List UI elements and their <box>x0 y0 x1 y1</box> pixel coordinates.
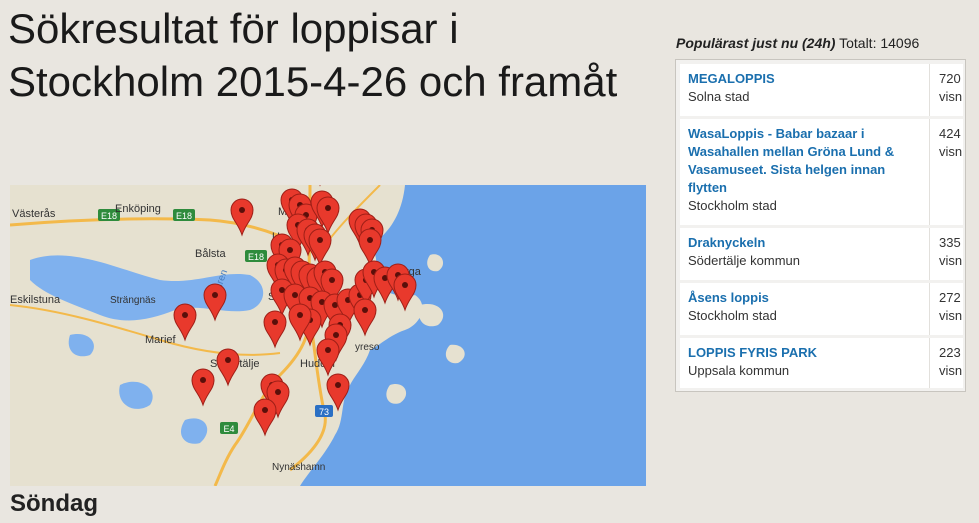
page-title: Sökresultat för loppisar i Stockholm 201… <box>8 5 618 105</box>
popular-item-link[interactable]: Draknyckeln <box>688 234 920 252</box>
svg-text:73: 73 <box>319 407 329 417</box>
popular-item-link[interactable]: Åsens loppis <box>688 289 920 307</box>
label-nynashamn: Nynäshamn <box>272 462 325 473</box>
road-shield-e18-3: E18 <box>245 250 267 262</box>
popular-item-count: 272 <box>939 290 961 305</box>
road-shield-73: 73 <box>315 405 333 417</box>
road-shield-e18-2: E18 <box>173 209 195 221</box>
popular-item-unit: visn <box>939 89 963 104</box>
popular-item: Draknyckeln Södertälje kommun 335 visn <box>680 228 963 280</box>
island-1 <box>418 304 444 327</box>
label-vasteras: Västerås <box>12 208 56 220</box>
label-tyreso: yreso <box>355 342 380 353</box>
popular-item-place: Stockholm stad <box>688 198 777 213</box>
popular-item-link[interactable]: LOPPIS FYRIS PARK <box>688 344 920 362</box>
popular-header: Populärast just nu (24h) Totalt: 14096 <box>676 35 919 51</box>
popular-item-link[interactable]: MEGALOPPIS <box>688 70 920 88</box>
popular-item-count: 720 <box>939 71 961 86</box>
popular-item: MEGALOPPIS Solna stad 720 visn <box>680 64 963 116</box>
svg-text:E18: E18 <box>248 252 264 262</box>
svg-text:E4: E4 <box>223 424 234 434</box>
popular-item-unit: visn <box>939 144 963 159</box>
popular-item: WasaLoppis - Babar bazaar i Wasahallen m… <box>680 119 963 225</box>
label-strangnas: Strängnäs <box>110 295 156 306</box>
map-view[interactable]: E18 E18 E18 E4 73 Västerås Enköping Märs… <box>10 185 646 486</box>
popular-item-unit: visn <box>939 253 963 268</box>
label-enkoping: Enköping <box>115 203 161 215</box>
island-2 <box>445 344 465 364</box>
popular-item-place: Stockholm stad <box>688 308 777 323</box>
popular-item-count: 223 <box>939 345 961 360</box>
popular-item-place: Solna stad <box>688 89 750 104</box>
popular-item-place: Södertälje kommun <box>688 253 800 268</box>
label-mariefred: Marief <box>145 334 177 346</box>
popular-item-unit: visn <box>939 363 963 378</box>
popular-total: Totalt: 14096 <box>839 35 920 51</box>
popular-item-unit: visn <box>939 308 963 323</box>
popular-item-link[interactable]: WasaLoppis - Babar bazaar i Wasahallen m… <box>688 125 920 197</box>
island-3 <box>386 384 407 404</box>
popular-list: MEGALOPPIS Solna stad 720 visn WasaLoppi… <box>675 59 966 392</box>
svg-text:E18: E18 <box>176 211 192 221</box>
popular-item-count: 424 <box>939 126 961 141</box>
day-heading: Söndag <box>10 490 98 517</box>
popular-header-label: Populärast just nu (24h) <box>676 35 836 51</box>
map-canvas[interactable]: E18 E18 E18 E4 73 Västerås Enköping Märs… <box>10 185 646 486</box>
island-4 <box>427 254 444 272</box>
road-shield-e4: E4 <box>220 422 238 434</box>
label-balsta: Bålsta <box>195 248 226 260</box>
popular-item: LOPPIS FYRIS PARK Uppsala kommun 223 vis… <box>680 338 963 388</box>
label-eskilstuna: Eskilstuna <box>10 294 61 306</box>
popular-item: Åsens loppis Stockholm stad 272 visn <box>680 283 963 335</box>
popular-item-count: 335 <box>939 235 961 250</box>
popular-item-place: Uppsala kommun <box>688 363 790 378</box>
